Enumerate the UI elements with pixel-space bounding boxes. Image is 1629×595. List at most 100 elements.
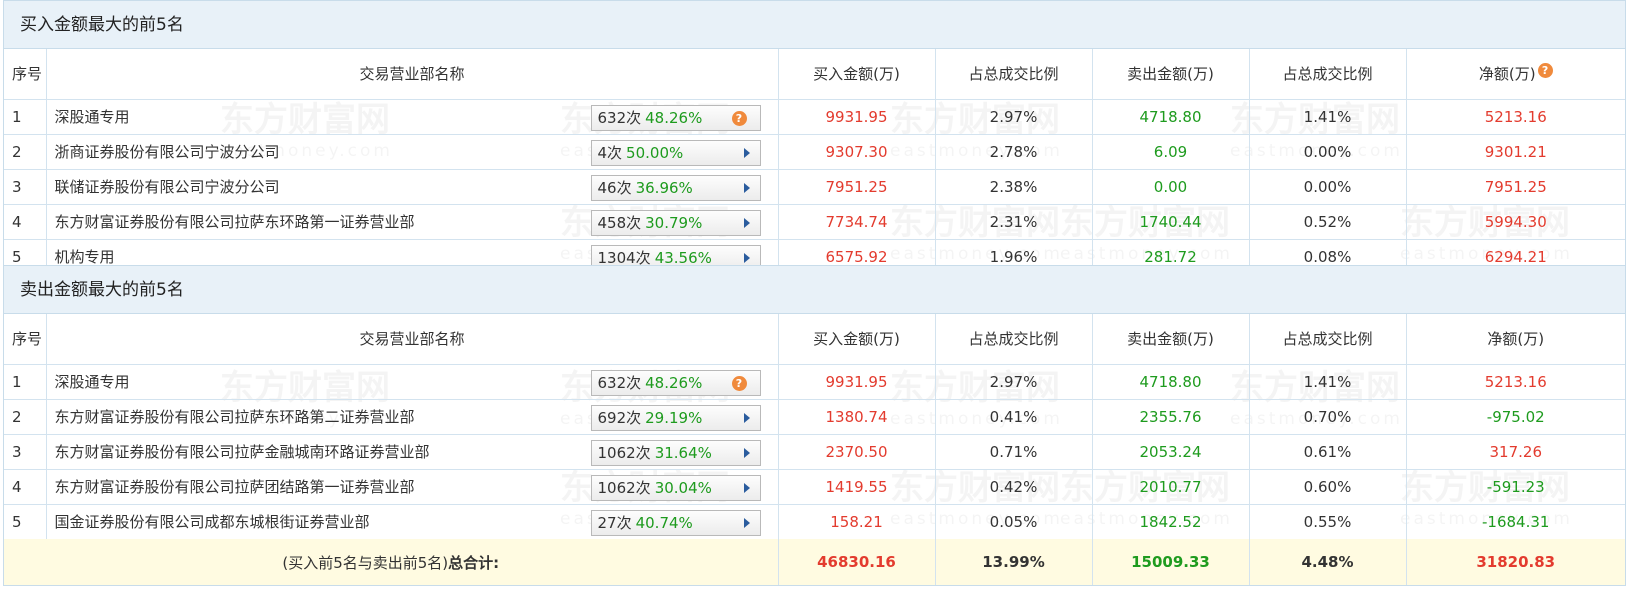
row-sell-pct: 0.70% [1249, 399, 1407, 435]
row-seq: 1 [4, 364, 47, 400]
row-sell-amount: 2053.24 [1092, 434, 1250, 470]
col-header-net: 净额(万)? [1406, 49, 1625, 100]
row-broker-name: 浙商证券股份有限公司宁波分公司 4次 50.00% [46, 134, 779, 170]
row-buy-amount: 9931.95 [778, 364, 936, 400]
row-sell-amount: 2010.77 [1092, 469, 1250, 505]
row-sell-pct: 1.41% [1249, 364, 1407, 400]
badge-rate: 29.19% [645, 408, 703, 427]
col-header-sell-pct: 占总成交比例 [1249, 49, 1407, 100]
row-net-amount: 9301.21 [1406, 134, 1625, 170]
row-broker-name: 东方财富证券股份有限公司拉萨东环路第二证券营业部 692次 29.19% [46, 399, 779, 435]
col-header-buy[interactable]: 买入金额(万) [778, 49, 936, 100]
row-seq: 4 [4, 204, 47, 240]
arrow-right-icon [743, 252, 750, 263]
broker-name-link[interactable]: 东方财富证券股份有限公司拉萨东环路第二证券营业部 [55, 408, 415, 426]
total-net: 31820.83 [1406, 539, 1625, 585]
arrow-right-icon [743, 217, 750, 228]
row-buy-amount: 7734.74 [778, 204, 936, 240]
row-sell-pct: 1.41% [1249, 99, 1407, 135]
row-sell-pct: 0.55% [1249, 504, 1407, 539]
broker-name-link[interactable]: 深股通专用 [55, 108, 130, 126]
broker-stats-badge[interactable]: 692次 29.19% [590, 404, 761, 431]
broker-name-link[interactable]: 深股通专用 [55, 373, 130, 391]
row-seq: 1 [4, 99, 47, 135]
row-sell-amount: 4718.80 [1092, 364, 1250, 400]
total-sell: 15009.33 [1092, 539, 1250, 585]
buy-section-title: 买入金额最大的前5名 [4, 1, 1625, 49]
table-header-row: 序号 交易营业部名称 买入金额(万) 占总成交比例 卖出金额(万) 占总成交比例… [4, 49, 1625, 100]
row-buy-pct: 0.05% [935, 504, 1093, 539]
col-header-buy[interactable]: 买入金额(万) [778, 314, 936, 365]
badge-rate: 48.26% [645, 108, 703, 127]
row-buy-amount: 158.21 [778, 504, 936, 539]
badge-rate: 30.04% [654, 478, 712, 497]
row-net-amount: 317.26 [1406, 434, 1625, 470]
row-buy-amount: 1380.74 [778, 399, 936, 435]
badge-times: 27次 [597, 513, 632, 532]
row-buy-pct: 2.78% [935, 134, 1093, 170]
broker-name-link[interactable]: 东方财富证券股份有限公司拉萨金融城南环路证券营业部 [55, 443, 430, 461]
broker-name-link[interactable]: 机构专用 [55, 248, 115, 266]
broker-stats-badge[interactable]: 632次 48.26%? [590, 369, 761, 396]
broker-name-link[interactable]: 联储证券股份有限公司宁波分公司 [55, 178, 280, 196]
row-net-amount: 5213.16 [1406, 99, 1625, 135]
broker-name-link[interactable]: 东方财富证券股份有限公司拉萨东环路第一证券营业部 [55, 213, 415, 231]
table-row: 2 东方财富证券股份有限公司拉萨东环路第二证券营业部 692次 29.19% 1380.… [4, 399, 1625, 435]
row-broker-name: 深股通专用 632次 48.26%? [46, 364, 779, 400]
row-buy-pct: 2.38% [935, 169, 1093, 205]
broker-name-link[interactable]: 东方财富证券股份有限公司拉萨团结路第一证券营业部 [55, 478, 415, 496]
col-header-sell[interactable]: 卖出金额(万) [1092, 49, 1250, 100]
total-row: (买入前5名与卖出前5名)总合计: 46830.16 13.99% 15009.… [4, 539, 1625, 585]
badge-rate: 43.56% [654, 248, 712, 267]
row-broker-name: 联储证券股份有限公司宁波分公司 46次 36.96% [46, 169, 779, 205]
table-row: 4 东方财富证券股份有限公司拉萨东环路第一证券营业部 458次 30.79% 7734.… [4, 204, 1625, 240]
buy-top5-panel: 买入金额最大的前5名 序号 交易营业部名称 买入金额(万) 占总成交比例 卖出金… [3, 0, 1626, 275]
broker-stats-badge[interactable]: 27次 40.74% [590, 509, 761, 536]
badge-times: 632次 [597, 373, 642, 392]
broker-stats-badge[interactable]: 632次 48.26%? [590, 104, 761, 131]
broker-stats-badge[interactable]: 46次 36.96% [590, 174, 761, 201]
row-sell-pct: 0.00% [1249, 169, 1407, 205]
row-seq: 5 [4, 504, 47, 539]
badge-times: 1062次 [597, 443, 651, 462]
sell-section-title: 卖出金额最大的前5名 [4, 266, 1625, 314]
broker-name-link[interactable]: 国金证券股份有限公司成都东城根街证券营业部 [55, 513, 370, 531]
broker-name-link[interactable]: 浙商证券股份有限公司宁波分公司 [55, 143, 280, 161]
row-sell-pct: 0.00% [1249, 134, 1407, 170]
broker-stats-badge[interactable]: 1062次 30.04% [590, 474, 761, 501]
question-icon[interactable]: ? [731, 375, 747, 391]
row-seq: 3 [4, 434, 47, 470]
sell-top5-panel: 卖出金额最大的前5名 序号 交易营业部名称 买入金额(万) 占总成交比例 卖出金… [3, 265, 1626, 586]
row-broker-name: 深股通专用 632次 48.26%? [46, 99, 779, 135]
col-header-buy-pct: 占总成交比例 [935, 314, 1093, 365]
badge-times: 1062次 [597, 478, 651, 497]
question-icon[interactable]: ? [1537, 63, 1553, 79]
broker-stats-badge[interactable]: 1062次 31.64% [590, 439, 761, 466]
badge-times: 632次 [597, 108, 642, 127]
row-sell-amount: 2355.76 [1092, 399, 1250, 435]
question-icon[interactable]: ? [731, 110, 747, 126]
broker-stats-badge[interactable]: 4次 50.00% [590, 139, 761, 166]
col-header-name: 交易营业部名称 [46, 314, 779, 365]
sell-top5-table: 序号 交易营业部名称 买入金额(万) 占总成交比例 卖出金额(万) 占总成交比例… [4, 314, 1625, 585]
badge-times: 1304次 [597, 248, 651, 267]
row-buy-pct: 2.97% [935, 364, 1093, 400]
badge-rate: 40.74% [635, 513, 693, 532]
row-seq: 2 [4, 134, 47, 170]
col-header-seq: 序号 [4, 49, 47, 100]
row-broker-name: 国金证券股份有限公司成都东城根街证券营业部 27次 40.74% [46, 504, 779, 539]
badge-rate: 50.00% [626, 143, 684, 162]
row-net-amount: 5994.30 [1406, 204, 1625, 240]
table-header-row: 序号 交易营业部名称 买入金额(万) 占总成交比例 卖出金额(万) 占总成交比例… [4, 314, 1625, 365]
total-sell-pct: 4.48% [1249, 539, 1407, 585]
row-sell-amount: 1842.52 [1092, 504, 1250, 539]
row-net-amount: -591.23 [1406, 469, 1625, 505]
col-header-net: 净额(万) [1406, 314, 1625, 365]
table-row: 1 深股通专用 632次 48.26%? 9931.95 2.97% 4718.80 1.41… [4, 99, 1625, 135]
table-row: 2 浙商证券股份有限公司宁波分公司 4次 50.00% 9307.30 2.78% 6.09… [4, 134, 1625, 170]
broker-stats-badge[interactable]: 458次 30.79% [590, 209, 761, 236]
arrow-right-icon [743, 482, 750, 493]
col-header-seq: 序号 [4, 314, 47, 365]
badge-rate: 36.96% [635, 178, 693, 197]
col-header-sell[interactable]: 卖出金额(万) [1092, 314, 1250, 365]
